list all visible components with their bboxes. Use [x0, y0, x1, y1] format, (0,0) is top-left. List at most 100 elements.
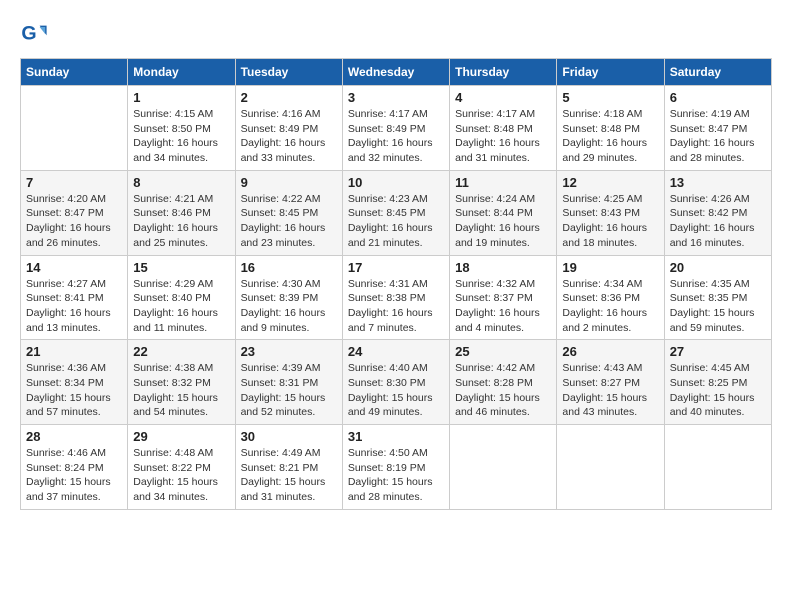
column-header-saturday: Saturday [664, 59, 771, 86]
day-info: Sunrise: 4:43 AM Sunset: 8:27 PM Dayligh… [562, 361, 658, 420]
day-info: Sunrise: 4:32 AM Sunset: 8:37 PM Dayligh… [455, 277, 551, 336]
day-number: 18 [455, 260, 551, 275]
calendar-week-4: 21 Sunrise: 4:36 AM Sunset: 8:34 PM Dayli… [21, 340, 772, 425]
day-info: Sunrise: 4:31 AM Sunset: 8:38 PM Dayligh… [348, 277, 444, 336]
day-number: 11 [455, 175, 551, 190]
day-number: 13 [670, 175, 766, 190]
day-info: Sunrise: 4:50 AM Sunset: 8:19 PM Dayligh… [348, 446, 444, 505]
calendar-week-3: 14 Sunrise: 4:27 AM Sunset: 8:41 PM Dayli… [21, 255, 772, 340]
day-number: 21 [26, 344, 122, 359]
day-info: Sunrise: 4:18 AM Sunset: 8:48 PM Dayligh… [562, 107, 658, 166]
day-number: 12 [562, 175, 658, 190]
day-info: Sunrise: 4:46 AM Sunset: 8:24 PM Dayligh… [26, 446, 122, 505]
calendar-cell [21, 86, 128, 171]
calendar-cell: 13 Sunrise: 4:26 AM Sunset: 8:42 PM Dayli… [664, 170, 771, 255]
calendar-cell [664, 425, 771, 510]
calendar-cell: 11 Sunrise: 4:24 AM Sunset: 8:44 PM Dayli… [450, 170, 557, 255]
day-number: 10 [348, 175, 444, 190]
calendar-cell: 9 Sunrise: 4:22 AM Sunset: 8:45 PM Daylig… [235, 170, 342, 255]
calendar-cell [450, 425, 557, 510]
column-header-tuesday: Tuesday [235, 59, 342, 86]
logo-icon: G [20, 20, 48, 48]
calendar-cell: 15 Sunrise: 4:29 AM Sunset: 8:40 PM Dayli… [128, 255, 235, 340]
day-info: Sunrise: 4:40 AM Sunset: 8:30 PM Dayligh… [348, 361, 444, 420]
calendar-week-1: 1 Sunrise: 4:15 AM Sunset: 8:50 PM Daylig… [21, 86, 772, 171]
calendar-cell: 24 Sunrise: 4:40 AM Sunset: 8:30 PM Dayli… [342, 340, 449, 425]
calendar-cell: 26Sunrise: 4:43 AM Sunset: 8:27 PM Dayli… [557, 340, 664, 425]
svg-text:G: G [21, 23, 36, 45]
day-number: 23 [241, 344, 337, 359]
day-number: 22 [133, 344, 229, 359]
day-number: 2 [241, 90, 337, 105]
day-info: Sunrise: 4:45 AM Sunset: 8:25 PM Dayligh… [670, 361, 766, 420]
day-number: 20 [670, 260, 766, 275]
calendar-cell: 20 Sunrise: 4:35 AM Sunset: 8:35 PM Dayli… [664, 255, 771, 340]
day-number: 7 [26, 175, 122, 190]
calendar-cell: 4 Sunrise: 4:17 AM Sunset: 8:48 PM Daylig… [450, 86, 557, 171]
day-info: Sunrise: 4:24 AM Sunset: 8:44 PM Dayligh… [455, 192, 551, 251]
day-info: Sunrise: 4:25 AM Sunset: 8:43 PM Dayligh… [562, 192, 658, 251]
day-info: Sunrise: 4:19 AM Sunset: 8:47 PM Dayligh… [670, 107, 766, 166]
day-info: Sunrise: 4:22 AM Sunset: 8:45 PM Dayligh… [241, 192, 337, 251]
day-info: Sunrise: 4:27 AM Sunset: 8:41 PM Dayligh… [26, 277, 122, 336]
day-info: Sunrise: 4:48 AM Sunset: 8:22 PM Dayligh… [133, 446, 229, 505]
day-number: 15 [133, 260, 229, 275]
day-number: 9 [241, 175, 337, 190]
calendar-cell: 30 Sunrise: 4:49 AM Sunset: 8:21 PM Dayli… [235, 425, 342, 510]
calendar-cell: 1 Sunrise: 4:15 AM Sunset: 8:50 PM Daylig… [128, 86, 235, 171]
calendar-cell: 21 Sunrise: 4:36 AM Sunset: 8:34 PM Dayli… [21, 340, 128, 425]
column-header-thursday: Thursday [450, 59, 557, 86]
calendar-cell: 28 Sunrise: 4:46 AM Sunset: 8:24 PM Dayli… [21, 425, 128, 510]
calendar-week-5: 28 Sunrise: 4:46 AM Sunset: 8:24 PM Dayli… [21, 425, 772, 510]
day-number: 6 [670, 90, 766, 105]
day-number: 16 [241, 260, 337, 275]
day-info: Sunrise: 4:42 AM Sunset: 8:28 PM Dayligh… [455, 361, 551, 420]
day-info: Sunrise: 4:21 AM Sunset: 8:46 PM Dayligh… [133, 192, 229, 251]
day-info: Sunrise: 4:26 AM Sunset: 8:42 PM Dayligh… [670, 192, 766, 251]
day-number: 28 [26, 429, 122, 444]
day-info: Sunrise: 4:35 AM Sunset: 8:35 PM Dayligh… [670, 277, 766, 336]
calendar-table: SundayMondayTuesdayWednesdayThursdayFrid… [20, 58, 772, 510]
day-info: Sunrise: 4:16 AM Sunset: 8:49 PM Dayligh… [241, 107, 337, 166]
day-number: 5 [562, 90, 658, 105]
calendar-cell: 18 Sunrise: 4:32 AM Sunset: 8:37 PM Dayli… [450, 255, 557, 340]
calendar-cell: 16 Sunrise: 4:30 AM Sunset: 8:39 PM Dayli… [235, 255, 342, 340]
day-info: Sunrise: 4:15 AM Sunset: 8:50 PM Dayligh… [133, 107, 229, 166]
day-number: 31 [348, 429, 444, 444]
calendar-cell: 23Sunrise: 4:39 AM Sunset: 8:31 PM Dayli… [235, 340, 342, 425]
day-number: 14 [26, 260, 122, 275]
day-info: Sunrise: 4:38 AM Sunset: 8:32 PM Dayligh… [133, 361, 229, 420]
day-info: Sunrise: 4:30 AM Sunset: 8:39 PM Dayligh… [241, 277, 337, 336]
page-header: G [20, 20, 772, 48]
day-number: 29 [133, 429, 229, 444]
day-info: Sunrise: 4:20 AM Sunset: 8:47 PM Dayligh… [26, 192, 122, 251]
day-number: 24 [348, 344, 444, 359]
day-info: Sunrise: 4:36 AM Sunset: 8:34 PM Dayligh… [26, 361, 122, 420]
day-info: Sunrise: 4:17 AM Sunset: 8:49 PM Dayligh… [348, 107, 444, 166]
calendar-cell: 7 Sunrise: 4:20 AM Sunset: 8:47 PM Daylig… [21, 170, 128, 255]
day-info: Sunrise: 4:17 AM Sunset: 8:48 PM Dayligh… [455, 107, 551, 166]
calendar-cell: 19Sunrise: 4:34 AM Sunset: 8:36 PM Dayli… [557, 255, 664, 340]
day-info: Sunrise: 4:23 AM Sunset: 8:45 PM Dayligh… [348, 192, 444, 251]
calendar-cell: 8Sunrise: 4:21 AM Sunset: 8:46 PM Daylig… [128, 170, 235, 255]
calendar-cell: 12 Sunrise: 4:25 AM Sunset: 8:43 PM Dayli… [557, 170, 664, 255]
calendar-cell: 10 Sunrise: 4:23 AM Sunset: 8:45 PM Dayli… [342, 170, 449, 255]
day-info: Sunrise: 4:49 AM Sunset: 8:21 PM Dayligh… [241, 446, 337, 505]
calendar-cell: 22 Sunrise: 4:38 AM Sunset: 8:32 PM Dayli… [128, 340, 235, 425]
day-number: 4 [455, 90, 551, 105]
calendar-cell: 3Sunrise: 4:17 AM Sunset: 8:49 PM Daylig… [342, 86, 449, 171]
calendar-cell: 29 Sunrise: 4:48 AM Sunset: 8:22 PM Dayli… [128, 425, 235, 510]
day-number: 17 [348, 260, 444, 275]
calendar-cell: 27 Sunrise: 4:45 AM Sunset: 8:25 PM Dayli… [664, 340, 771, 425]
day-number: 19 [562, 260, 658, 275]
day-number: 30 [241, 429, 337, 444]
day-number: 1 [133, 90, 229, 105]
calendar-cell: 14 Sunrise: 4:27 AM Sunset: 8:41 PM Dayli… [21, 255, 128, 340]
day-number: 25 [455, 344, 551, 359]
calendar-cell: 17 Sunrise: 4:31 AM Sunset: 8:38 PM Dayli… [342, 255, 449, 340]
day-info: Sunrise: 4:29 AM Sunset: 8:40 PM Dayligh… [133, 277, 229, 336]
day-number: 27 [670, 344, 766, 359]
logo: G [20, 20, 50, 48]
column-header-sunday: Sunday [21, 59, 128, 86]
calendar-week-2: 7 Sunrise: 4:20 AM Sunset: 8:47 PM Daylig… [21, 170, 772, 255]
